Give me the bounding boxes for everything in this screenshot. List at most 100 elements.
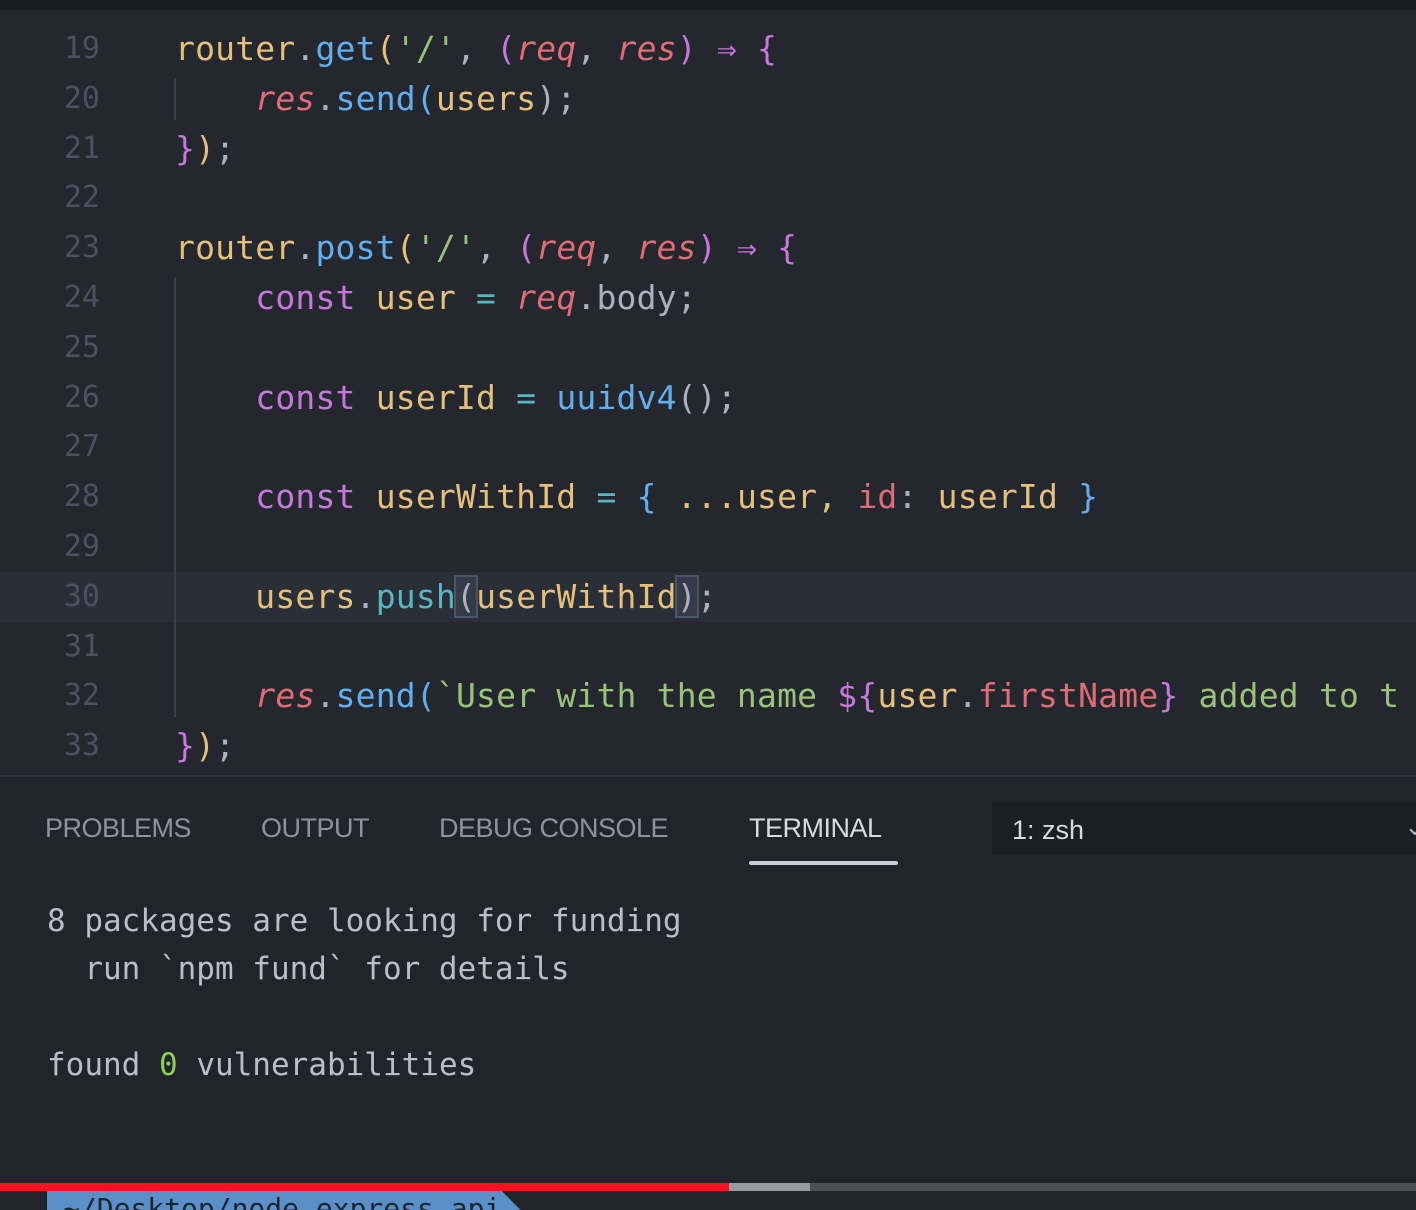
- code-token: ): [674, 574, 699, 618]
- code-token: req: [536, 228, 597, 268]
- indent-guide: [174, 77, 176, 120]
- code-token: user: [355, 278, 477, 317]
- line-number: 33: [63, 728, 100, 764]
- code-token: }: [1158, 676, 1179, 716]
- code-token: ⇒: [716, 228, 778, 268]
- line-number: 31: [63, 628, 100, 664]
- code-line[interactable]: 20 res.send(users);: [0, 74, 1416, 124]
- line-number: 29: [63, 529, 100, 564]
- code-token: .: [315, 676, 336, 716]
- code-token: res: [255, 78, 316, 118]
- code-token: firstName: [977, 676, 1159, 716]
- code-token: =: [596, 477, 617, 517]
- code-token: .body;: [576, 278, 697, 317]
- code-editor[interactable]: 19 router.get('/', (req, res) ⇒ {20 res.s…: [0, 10, 1416, 775]
- code-line[interactable]: 29: [0, 522, 1416, 572]
- line-number: 28: [63, 479, 100, 515]
- code-line[interactable]: 32 res.send(`User with the name ${user.f…: [0, 671, 1416, 721]
- code-token: post: [315, 228, 396, 268]
- terminal-select-value: 1: zsh: [1012, 815, 1085, 845]
- code-token: =: [476, 278, 497, 317]
- code-token: userId: [355, 377, 517, 417]
- code-token: (: [516, 228, 537, 268]
- vulnerability-count: 0: [158, 1047, 178, 1083]
- line-number: 21: [63, 130, 100, 166]
- code-line[interactable]: 26 const userId = uuidv4();: [0, 373, 1416, 423]
- code-line[interactable]: 24 const user = req.body;: [0, 273, 1416, 323]
- code-token: users: [255, 576, 356, 616]
- code-line[interactable]: 30 users.push(userWithId);: [0, 571, 1416, 622]
- code-token: (: [415, 78, 436, 118]
- code-line[interactable]: 22: [0, 173, 1416, 223]
- code-token: }: [175, 128, 196, 168]
- code-text: users.push(userWithId);: [175, 572, 717, 622]
- code-line[interactable]: 28 const userWithId = { ...user, id: use…: [0, 472, 1416, 522]
- line-number: 25: [63, 329, 100, 365]
- code-token: users: [435, 78, 537, 118]
- shell-prompt: ~/Desktop/node_express_api: [0, 1191, 1416, 1210]
- code-text: res.send(users);: [175, 74, 576, 124]
- code-token: .: [957, 676, 978, 716]
- tab-output[interactable]: OUTPUT: [261, 813, 370, 844]
- code-token: id: [857, 477, 898, 517]
- tab-terminal[interactable]: TERMINAL: [749, 813, 882, 844]
- terminal-line: found 0 vulnerabilities: [47, 1047, 476, 1083]
- line-number: 22: [63, 180, 100, 216]
- tab-problems[interactable]: PROBLEMS: [45, 813, 192, 844]
- code-token: (: [453, 574, 479, 618]
- line-number: 19: [63, 31, 100, 66]
- terminal-select[interactable]: 1: zsh ⌄: [992, 803, 1416, 855]
- terminal-text: vulnerabilities: [177, 1047, 477, 1083]
- code-token: .: [315, 78, 336, 118]
- code-token: uuidv4: [556, 377, 677, 417]
- editor-tab-strip: [0, 0, 1416, 10]
- code-token: '/': [415, 228, 477, 268]
- active-tab-indicator: [749, 861, 898, 865]
- chevron-down-icon: ⌄: [1404, 811, 1416, 841]
- tab-debug-console[interactable]: DEBUG CONSOLE: [439, 813, 669, 844]
- code-token: '/': [395, 29, 456, 68]
- code-line[interactable]: 27: [0, 422, 1416, 472]
- code-token: );: [536, 78, 577, 118]
- code-token: ,: [596, 228, 637, 268]
- code-token: ();: [676, 377, 737, 417]
- code-token: const: [255, 377, 356, 417]
- code-line[interactable]: 19 router.get('/', (req, res) ⇒ {: [0, 24, 1416, 74]
- code-token: user: [877, 676, 958, 716]
- code-token: =: [516, 377, 537, 417]
- code-token: {: [777, 228, 798, 268]
- code-token: ⇒: [696, 29, 758, 68]
- code-token: const: [255, 477, 356, 517]
- prompt-path: ~/Desktop/node_express_api: [47, 1191, 542, 1210]
- code-token: userWithId: [355, 477, 597, 517]
- code-line[interactable]: 23 router.post('/', (req, res) ⇒ {: [0, 223, 1416, 273]
- video-progress-bar[interactable]: [0, 1183, 1416, 1191]
- code-line[interactable]: 25: [0, 323, 1416, 373]
- code-token: req: [516, 29, 577, 68]
- code-line[interactable]: 31: [0, 622, 1416, 672]
- code-line[interactable]: 21});: [0, 124, 1416, 174]
- code-token: (: [395, 228, 416, 268]
- code-token: ): [195, 726, 216, 766]
- code-text: router.get('/', (req, res) ⇒ {: [175, 24, 777, 74]
- code-line[interactable]: 33});: [0, 721, 1416, 771]
- terminal-text: found: [47, 1047, 159, 1083]
- code-token: userWithId: [476, 576, 677, 616]
- line-number: 32: [63, 678, 100, 714]
- code-token: ): [676, 29, 697, 68]
- code-token: const: [255, 278, 356, 317]
- code-token: router: [175, 29, 296, 68]
- code-token: ${: [837, 676, 878, 716]
- code-token: .: [355, 576, 376, 616]
- code-token: get: [315, 29, 376, 68]
- code-token: .: [295, 228, 316, 268]
- code-token: (: [375, 29, 396, 68]
- code-token: req: [516, 278, 577, 317]
- code-token: added to t: [1178, 676, 1400, 716]
- code-token: `User with the name: [435, 676, 838, 716]
